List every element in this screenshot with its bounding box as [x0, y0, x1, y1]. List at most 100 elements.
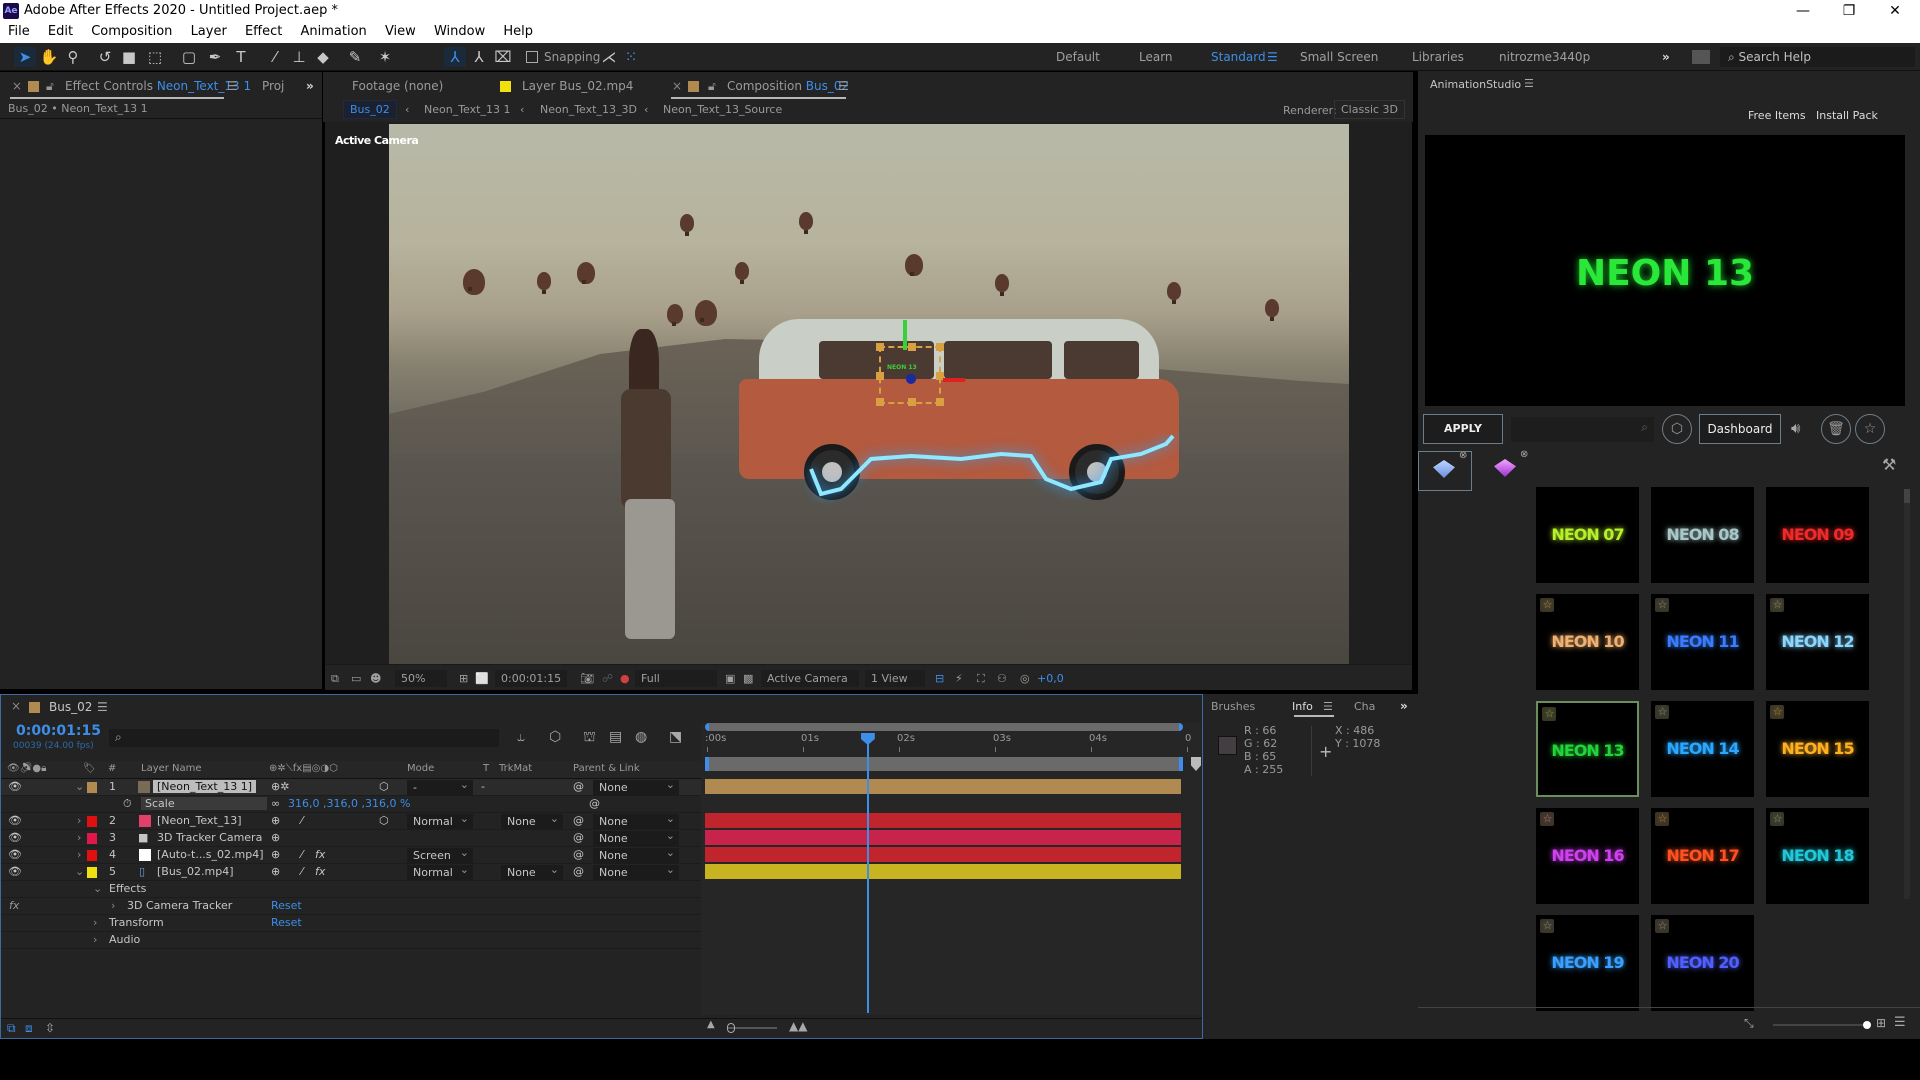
thumbnail-size-slider[interactable]: [1773, 1021, 1871, 1029]
playhead[interactable]: [860, 733, 875, 1013]
grid-view-icon[interactable]: ⊞: [1876, 1016, 1886, 1030]
slider-handle[interactable]: [1863, 1021, 1871, 1029]
layer-search-input[interactable]: ⌕: [109, 729, 499, 747]
property-group-row[interactable]: › Transform Reset: [1, 915, 701, 932]
favorite-star-icon[interactable]: ☆: [1770, 705, 1784, 719]
layer-duration-bar[interactable]: [705, 830, 1181, 845]
preset-thumbnail[interactable]: NEON 17 ☆: [1651, 808, 1754, 904]
settings-tools-icon[interactable]: ⚒: [1882, 455, 1896, 474]
puppet-pin-tool-icon[interactable]: ✶: [374, 47, 396, 67]
favorite-star-icon[interactable]: ☆: [1770, 598, 1784, 612]
breadcrumb-neon-text-13-source[interactable]: Neon_Text_13_Source: [663, 103, 782, 116]
preset-thumbnail[interactable]: NEON 07: [1536, 487, 1639, 583]
camera-tool-icon[interactable]: ■: [118, 47, 140, 67]
resolution-select[interactable]: Full: [635, 670, 717, 687]
parent-select[interactable]: None: [593, 777, 679, 795]
minimize-button[interactable]: —: [1780, 0, 1826, 22]
flowchart-icon[interactable]: ⚇: [997, 670, 1007, 687]
snap-features-icon[interactable]: ⁙: [620, 47, 642, 67]
install-pack-link[interactable]: Install Pack: [1816, 109, 1878, 122]
transfer-controls-toggle-icon[interactable]: ⧈: [25, 1021, 33, 1036]
preset-thumbnail[interactable]: NEON 10 ☆: [1536, 594, 1639, 690]
scrollbar-thumb[interactable]: [1904, 489, 1910, 503]
layer-label-color[interactable]: [87, 850, 97, 861]
preset-thumbnail[interactable]: NEON 13 ☆: [1536, 701, 1639, 797]
reset-link[interactable]: Reset: [271, 916, 302, 929]
x-axis-arrow[interactable]: [943, 378, 965, 382]
list-view-icon[interactable]: ☰: [1894, 1015, 1906, 1030]
effect-row[interactable]: fx › 3D Camera Tracker Reset: [1, 898, 701, 915]
preset-thumbnail[interactable]: NEON 19 ☆: [1536, 915, 1639, 1011]
menu-edit[interactable]: Edit: [48, 22, 73, 39]
blend-mode-select[interactable]: Normal: [407, 811, 473, 829]
layer-label-color[interactable]: [87, 782, 97, 793]
layer-transform-gizmo[interactable]: NEON 13: [876, 320, 965, 406]
layer-duration-bar[interactable]: [705, 864, 1181, 879]
view-axis-icon[interactable]: ⌧: [492, 47, 514, 67]
3d-layer-icon[interactable]: ⬡: [379, 814, 389, 827]
draft-3d-icon[interactable]: ⬡: [549, 729, 561, 745]
pickwhip-icon[interactable]: @: [573, 831, 584, 844]
composition-viewer[interactable]: NEON 13 Active Camera: [325, 122, 1412, 664]
layer-name[interactable]: [Neon_Text_13]: [157, 814, 242, 827]
panel-menu-icon[interactable]: ☰: [97, 700, 108, 714]
expand-chevron-icon[interactable]: ›: [77, 831, 81, 844]
monitor-icon[interactable]: ▭: [351, 670, 361, 687]
3d-layer-icon[interactable]: ⬡: [379, 780, 389, 793]
breadcrumb-neon-text-13-1[interactable]: Neon_Text_13 1: [424, 103, 510, 116]
tab-character[interactable]: Cha: [1354, 700, 1375, 713]
layer-row[interactable]: 👁︎ › 4 [Auto-t...s_02.mp4] ⊕ ⁄ fx Screen…: [1, 845, 701, 864]
time-ruler[interactable]: :00s 01s 02s 03s 04s 0: [705, 733, 1191, 753]
preset-thumbnail[interactable]: NEON 14 ☆: [1651, 701, 1754, 797]
world-axis-icon[interactable]: ⅄: [468, 47, 490, 67]
roto-brush-tool-icon[interactable]: ✎: [344, 47, 366, 67]
tab-bus-02[interactable]: Bus_02: [49, 700, 92, 714]
stopwatch-icon[interactable]: ⏱︎: [123, 797, 132, 811]
tab-info[interactable]: Info: [1292, 700, 1313, 713]
effects-switch-icon[interactable]: fx: [315, 865, 325, 878]
preset-thumbnail[interactable]: NEON 16 ☆: [1536, 808, 1639, 904]
rotate-tool-icon[interactable]: ↺: [94, 47, 116, 67]
local-axis-icon[interactable]: ⅄: [444, 47, 466, 67]
composition-frame[interactable]: NEON 13: [389, 124, 1349, 664]
effects-switch-icon[interactable]: fx: [315, 848, 325, 861]
layer-duration-bar[interactable]: [705, 779, 1181, 794]
layer-switches-toggle-icon[interactable]: ⧉: [7, 1021, 16, 1036]
menu-file[interactable]: File: [8, 22, 30, 39]
lock-icon[interactable]: 🔓︎: [46, 79, 54, 94]
current-time-display[interactable]: 0:00:01:15: [495, 670, 568, 687]
layer-row[interactable]: 👁︎ › 3 ■ 3D Tracker Camera ⊕ @ None: [1, 828, 701, 847]
layer-label-color[interactable]: [87, 816, 97, 827]
quality-switch-icon[interactable]: ⁄: [301, 848, 303, 861]
type-tool-icon[interactable]: T: [230, 47, 252, 67]
workspace-standard[interactable]: Standard: [1211, 50, 1266, 64]
fit-size-icon[interactable]: ⤡: [1744, 1016, 1754, 1031]
dashboard-button[interactable]: Dashboard: [1699, 414, 1781, 444]
shy-switch-icon[interactable]: ⊕: [271, 814, 280, 827]
preset-search-input[interactable]: ⌕: [1511, 417, 1654, 442]
favorite-star-icon[interactable]: ☆: [1770, 812, 1784, 826]
breadcrumb-bus-02[interactable]: Bus_02: [343, 100, 397, 119]
pickwhip-icon[interactable]: @: [573, 814, 584, 827]
trash-button-icon[interactable]: 🗑︎: [1821, 414, 1851, 444]
show-snapshot-icon[interactable]: ☍: [602, 670, 613, 687]
preset-thumbnail[interactable]: NEON 15 ☆: [1766, 701, 1869, 797]
snapping-checkbox[interactable]: [526, 51, 538, 63]
layer-row[interactable]: 👁︎ ⌄ 5 ▯ [Bus_02.mp4] ⊕ ⁄ fx Normal None…: [1, 862, 701, 881]
layer-label-color[interactable]: [87, 867, 97, 878]
layer-row[interactable]: 👁︎ › 2 [Neon_Text_13] ⊕ ⁄ ⬡ Normal None …: [1, 811, 701, 830]
pen-tool-icon[interactable]: ✒: [204, 47, 226, 67]
pack-tab-other[interactable]: ⊗: [1480, 449, 1534, 491]
free-items-link[interactable]: Free Items: [1748, 109, 1806, 122]
workspace-default[interactable]: Default: [1056, 50, 1100, 64]
track-matte-select[interactable]: None: [501, 811, 563, 829]
pickwhip-icon[interactable]: @: [573, 848, 584, 861]
visibility-eye-icon[interactable]: 👁︎: [8, 831, 22, 844]
panel-title[interactable]: AnimationStudio: [1430, 78, 1521, 91]
tab-brushes[interactable]: Brushes: [1211, 700, 1255, 713]
layer-name[interactable]: [Neon_Text_13 1]: [153, 780, 257, 793]
z-axis-handle[interactable]: [906, 374, 916, 384]
remove-pack-icon[interactable]: ⊗: [1459, 450, 1467, 461]
panel-layout-icon[interactable]: [1692, 50, 1710, 64]
timeline-zoom-slider[interactable]: [727, 1023, 777, 1033]
